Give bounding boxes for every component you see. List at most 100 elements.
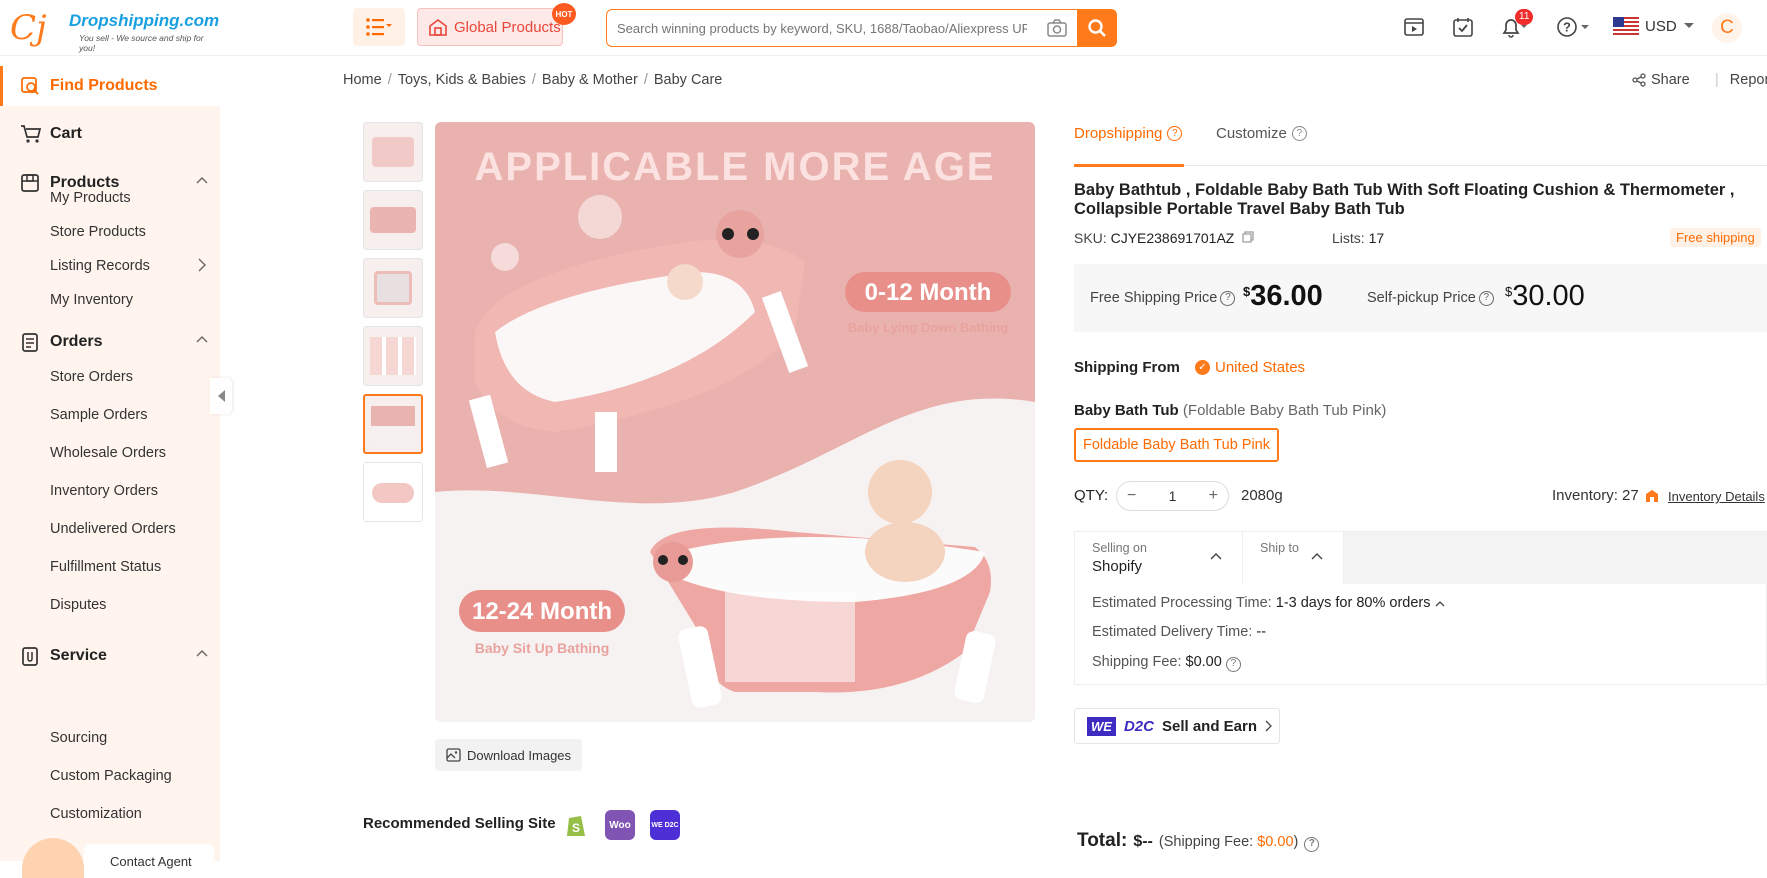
headline-text: APPLICABLE MORE AGE xyxy=(475,145,996,189)
wed2c-icon[interactable]: WE D2C xyxy=(650,810,680,840)
age2-label: 12-24 Month xyxy=(472,598,612,625)
report-label: Report xyxy=(1729,72,1767,88)
tab-dropshipping[interactable]: Dropshipping ? xyxy=(1074,125,1183,142)
sidebar-item-cart[interactable]: Cart xyxy=(0,114,220,154)
sidebar-item-listing-records[interactable]: Listing Records xyxy=(50,258,210,274)
sidebar-item-my-products[interactable]: My Products xyxy=(50,190,131,206)
sidebar-item-store-products[interactable]: Store Products xyxy=(50,224,146,240)
find-products-icon xyxy=(20,75,42,97)
global-products-button[interactable]: Global Products HOT xyxy=(417,3,576,46)
selling-on-selector[interactable]: Selling on Shopify xyxy=(1075,532,1243,584)
notification-badge: 11 xyxy=(1515,9,1534,25)
wed2c-label: WE D2C xyxy=(651,821,679,829)
increment-button[interactable]: + xyxy=(1209,487,1218,505)
sidebar-item-find-products[interactable]: Find Products xyxy=(0,66,220,106)
fee-amount: $0.00 xyxy=(1257,834,1294,850)
contact-agent[interactable]: Contact Agent xyxy=(14,838,214,878)
search-box xyxy=(606,9,1078,47)
variant-option-selected[interactable]: Foldable Baby Bath Tub Pink xyxy=(1074,428,1279,462)
sidebar-item-orders[interactable]: Orders xyxy=(0,322,220,362)
delivery-label: Estimated Delivery Time: xyxy=(1092,624,1253,640)
sidebar-item-store-orders[interactable]: Store Orders xyxy=(50,369,133,385)
product-lists: Lists: 17 xyxy=(1332,230,1384,246)
ship-to-selector[interactable]: Ship to xyxy=(1243,532,1344,584)
sidebar-collapse-button[interactable] xyxy=(210,378,232,414)
avatar[interactable]: C xyxy=(1712,13,1742,43)
hot-badge: HOT xyxy=(552,3,576,25)
orders-icon xyxy=(20,331,42,353)
sku-value: CJYE238691701AZ xyxy=(1110,230,1235,246)
sidebar-item-undelivered-orders[interactable]: Undelivered Orders xyxy=(50,521,176,537)
shopify-icon[interactable]: S xyxy=(561,810,591,840)
thumbnail-selected[interactable] xyxy=(363,394,423,454)
age1-sub: Baby Lying Down Bathing xyxy=(848,320,1009,335)
top-header: Cj Dropshipping.com You sell - We source… xyxy=(0,0,1767,56)
currency-selector[interactable]: USD xyxy=(1613,17,1695,35)
shipping-from-option[interactable]: ✓ United States xyxy=(1195,359,1305,376)
thumbnail[interactable] xyxy=(363,258,423,318)
cart-icon xyxy=(20,123,42,145)
logo[interactable]: Cj Dropshipping.com You sell - We source… xyxy=(10,8,219,53)
service-icon xyxy=(20,645,42,667)
help-icon[interactable]: ? xyxy=(1556,16,1592,38)
quantity-value[interactable]: 1 xyxy=(1169,488,1177,504)
thumbnail[interactable] xyxy=(363,190,423,250)
shipping-selectors: Selling on Shopify Ship to xyxy=(1075,532,1767,584)
sidebar-item-inventory-orders[interactable]: Inventory Orders xyxy=(50,483,158,499)
share-button[interactable]: Share xyxy=(1632,72,1690,88)
tasks-icon[interactable] xyxy=(1452,16,1474,38)
currency-symbol: $ xyxy=(1243,284,1251,299)
logo-name: Dropshipping.com xyxy=(69,11,220,30)
total-label: Total: xyxy=(1077,830,1128,851)
sidebar-label: Service xyxy=(50,647,107,664)
chevron-up-icon xyxy=(1210,553,1222,560)
breadcrumb-home[interactable]: Home xyxy=(343,72,382,88)
woo-icon[interactable]: Woo xyxy=(605,810,635,840)
inventory-details-link[interactable]: Inventory Details xyxy=(1668,489,1765,504)
download-images-button[interactable]: Download Images xyxy=(435,739,582,771)
list-menu-icon xyxy=(366,18,392,36)
help-icon[interactable]: ? xyxy=(1304,836,1320,852)
search-button[interactable] xyxy=(1077,9,1117,47)
help-icon[interactable]: ? xyxy=(1478,290,1494,306)
sidebar-item-my-inventory[interactable]: My Inventory xyxy=(50,292,133,308)
sidebar-item-sample-orders[interactable]: Sample Orders xyxy=(50,407,148,423)
breadcrumb-baby-care[interactable]: Baby Care xyxy=(654,72,723,88)
sidebar-item-disputes[interactable]: Disputes xyxy=(50,597,106,613)
thumbnail[interactable] xyxy=(363,122,423,182)
copy-icon[interactable] xyxy=(1242,231,1254,243)
order-total: Total: $-- (Shipping Fee: $0.00) ? xyxy=(1077,830,1320,852)
delivery-value: -- xyxy=(1256,624,1267,640)
variant-heading: Baby Bath Tub (Foldable Baby Bath Tub Pi… xyxy=(1074,402,1386,419)
search-input[interactable] xyxy=(607,10,1027,46)
qty-label: QTY: xyxy=(1074,487,1109,504)
logo-tagline: You sell - We source and ship for you! xyxy=(79,33,204,53)
sidebar-item-fulfillment-status[interactable]: Fulfillment Status xyxy=(50,559,161,575)
sidebar-item-wholesale-orders[interactable]: Wholesale Orders xyxy=(50,445,166,461)
sidebar-item-sourcing[interactable]: Sourcing xyxy=(50,730,107,746)
total-amount: $-- xyxy=(1133,833,1153,850)
processing-label: Estimated Processing Time: xyxy=(1092,595,1272,611)
sidebar-item-custom-packaging[interactable]: Custom Packaging xyxy=(50,768,172,784)
category-menu-button[interactable] xyxy=(353,8,405,46)
main-product-image[interactable]: APPLICABLE MORE AGE 0-12 Month Baby Lyin… xyxy=(435,122,1035,722)
report-button[interactable]: |Report xyxy=(1715,72,1767,88)
help-icon[interactable]: ? xyxy=(1220,290,1236,306)
tab-customize[interactable]: Customize ? xyxy=(1216,125,1307,142)
bathtub-illustration: APPLICABLE MORE AGE 0-12 Month Baby Lyin… xyxy=(435,122,1035,722)
chevron-up-icon xyxy=(196,336,208,343)
chevron-up-icon[interactable] xyxy=(1435,600,1445,607)
help-icon[interactable]: ? xyxy=(1225,656,1241,672)
sidebar-item-customization[interactable]: Customization xyxy=(50,806,142,822)
decrement-button[interactable]: − xyxy=(1127,487,1136,505)
sell-and-earn-button[interactable]: WE D2C Sell and Earn xyxy=(1074,708,1280,744)
breadcrumb-toys[interactable]: Toys, Kids & Babies xyxy=(398,72,526,88)
camera-icon[interactable] xyxy=(1047,19,1067,37)
sidebar-item-service[interactable]: Service xyxy=(0,636,220,676)
inventory-label: Inventory: 27 xyxy=(1552,487,1639,504)
thumbnail[interactable] xyxy=(363,326,423,386)
breadcrumb-baby-mother[interactable]: Baby & Mother xyxy=(542,72,638,88)
thumbnail[interactable] xyxy=(363,462,423,522)
video-icon[interactable] xyxy=(1403,16,1425,38)
sell-and-earn-label: Sell and Earn xyxy=(1161,717,1258,735)
